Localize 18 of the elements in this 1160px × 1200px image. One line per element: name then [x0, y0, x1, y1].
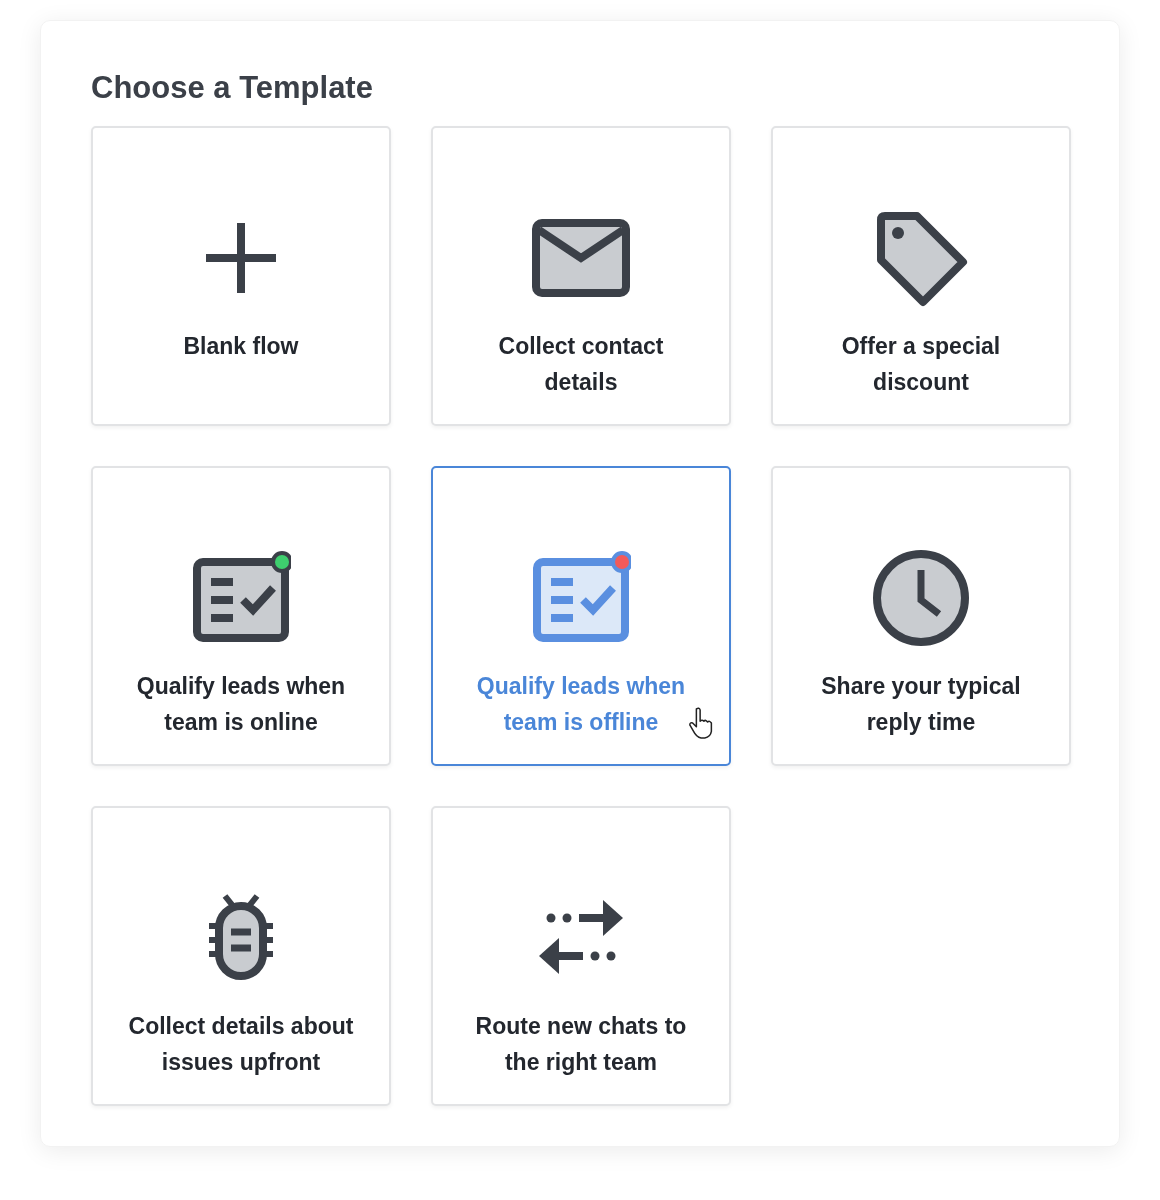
- template-card[interactable]: Blank flow: [91, 126, 391, 427]
- template-card[interactable]: Route new chats to the right team: [431, 806, 731, 1107]
- template-card[interactable]: Collect contact details: [431, 126, 731, 427]
- template-card[interactable]: Offer a special discount: [771, 126, 1071, 427]
- template-card[interactable]: Share your typical reply time: [771, 466, 1071, 767]
- template-label: Collect contact details: [498, 332, 664, 398]
- template-label: Offer a special discount: [841, 332, 1001, 398]
- template-label: Qualify leads when team is online: [136, 672, 346, 738]
- dialog-title: Choose a Template: [91, 69, 374, 107]
- clock-icon: [871, 548, 971, 649]
- template-label: Collect details about issues upfront: [128, 1012, 354, 1078]
- template-label: Share your typical reply time: [821, 672, 1021, 738]
- template-label: Blank flow: [183, 332, 299, 362]
- template-label: Qualify leads when team is offline: [476, 672, 686, 738]
- template-card[interactable]: Qualify leads when team is offline: [431, 466, 731, 767]
- template-card[interactable]: Collect details about issues upfront: [91, 806, 391, 1107]
- template-card[interactable]: Qualify leads when team is online: [91, 466, 391, 767]
- template-label: Route new chats to the right team: [475, 1012, 687, 1078]
